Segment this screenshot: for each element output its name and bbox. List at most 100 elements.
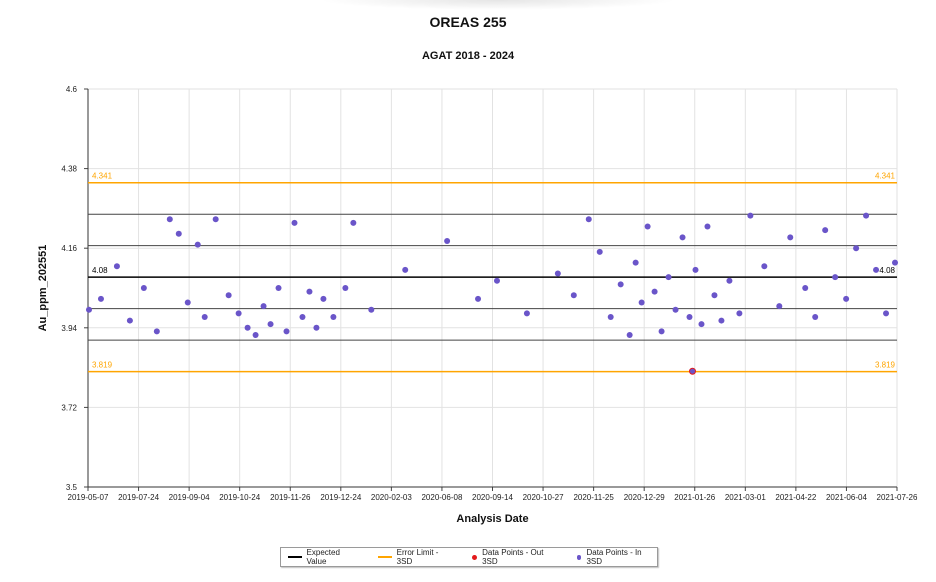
data-point-in-3sd	[632, 259, 639, 266]
data-point-in-3sd	[444, 237, 451, 244]
data-point-in-3sd	[822, 227, 829, 234]
data-point-in-3sd	[402, 266, 409, 273]
data-point-in-3sd	[787, 234, 794, 241]
data-point-in-3sd	[523, 310, 530, 317]
data-point-in-3sd	[194, 241, 201, 248]
data-point-in-3sd	[140, 285, 147, 291]
data-point-in-3sd	[475, 295, 482, 302]
x-tick-label: 2020-12-29	[624, 493, 665, 502]
data-point-in-3sd	[175, 230, 182, 237]
error-limit-lower-label-right: 3.819	[875, 361, 896, 370]
x-tick-label: 2020-10-27	[523, 493, 564, 502]
legend-item-out-3sd: Data Points - Out 3SD	[472, 548, 558, 566]
data-point-out-3sd	[689, 367, 697, 375]
data-point-in-3sd	[747, 212, 754, 219]
data-point-in-3sd	[299, 313, 306, 320]
data-point-in-3sd	[832, 274, 839, 281]
data-point-in-3sd	[570, 292, 577, 299]
data-point-in-3sd	[126, 317, 133, 324]
chart-legend: Expected Value Error Limit - 3SD Data Po…	[280, 547, 658, 567]
data-point-in-3sd	[596, 248, 603, 255]
data-point-in-3sd	[726, 277, 733, 284]
x-tick-label: 2020-06-08	[421, 493, 462, 502]
legend-label-expected: Expected Value	[306, 548, 340, 566]
data-point-in-3sd	[644, 223, 651, 230]
data-point-in-3sd	[812, 313, 819, 320]
data-point-in-3sd	[306, 288, 313, 295]
data-point-in-3sd	[283, 328, 290, 335]
legend-item-expected: Expected Value	[288, 548, 360, 566]
data-point-in-3sd	[638, 299, 645, 306]
data-point-in-3sd	[260, 303, 267, 310]
data-point-in-3sd	[853, 245, 860, 252]
y-tick-label: 3.5	[66, 483, 78, 492]
data-point-in-3sd	[704, 223, 711, 230]
data-point-in-3sd	[252, 332, 259, 339]
data-point-in-3sd	[802, 285, 809, 291]
legend-swatch-in-3sd	[576, 554, 582, 560]
data-point-in-3sd	[212, 216, 219, 223]
data-point-in-3sd	[291, 219, 298, 226]
data-point-in-3sd	[330, 313, 337, 320]
data-point-in-3sd	[617, 281, 624, 288]
data-point-in-3sd	[166, 216, 173, 223]
legend-label-in-3sd: Data Points - In 3SD	[586, 548, 642, 566]
data-point-in-3sd	[651, 288, 658, 295]
legend-item-error-limit: Error Limit - 3SD	[378, 548, 454, 566]
data-point-in-3sd	[585, 216, 592, 223]
data-point-in-3sd	[85, 306, 92, 313]
data-point-in-3sd	[843, 295, 850, 302]
error-limit-lower-label-left: 3.819	[92, 361, 113, 370]
x-tick-label: 2021-03-01	[725, 493, 766, 502]
x-tick-label: 2020-11-25	[573, 493, 614, 502]
legend-swatch-error-limit	[378, 556, 392, 558]
data-point-in-3sd	[554, 270, 561, 277]
data-point-in-3sd	[686, 313, 693, 320]
x-tick-label: 2021-07-26	[877, 493, 918, 502]
y-tick-label: 4.6	[66, 85, 78, 94]
x-tick-label: 2021-06-04	[826, 493, 867, 502]
data-point-in-3sd	[368, 306, 375, 313]
x-tick-label: 2019-11-26	[270, 493, 311, 502]
x-tick-label: 2020-09-14	[472, 493, 513, 502]
x-tick-label: 2019-12-24	[320, 493, 361, 502]
data-point-in-3sd	[235, 310, 242, 317]
data-point-in-3sd	[113, 263, 120, 270]
error-limit-upper-label-right: 4.341	[875, 172, 896, 181]
x-tick-label: 2019-09-04	[169, 493, 210, 502]
legend-label-error-limit: Error Limit - 3SD	[396, 548, 439, 566]
y-tick-label: 4.16	[61, 244, 77, 253]
y-tick-label: 3.94	[61, 324, 77, 333]
x-tick-label: 2019-10-24	[219, 493, 260, 502]
data-point-in-3sd	[607, 313, 614, 320]
x-tick-label: 2020-02-03	[371, 493, 412, 502]
x-tick-label: 2021-01-26	[674, 493, 715, 502]
data-point-in-3sd	[153, 328, 160, 335]
legend-swatch-expected	[288, 556, 302, 558]
data-point-in-3sd	[225, 292, 232, 299]
y-tick-label: 4.38	[61, 165, 77, 174]
data-point-in-3sd	[658, 328, 665, 335]
error-limit-upper-label-left: 4.341	[92, 172, 113, 181]
data-point-in-3sd	[736, 310, 743, 317]
data-point-in-3sd	[718, 317, 725, 324]
data-point-in-3sd	[275, 285, 282, 291]
data-point-in-3sd	[342, 285, 349, 291]
data-point-in-3sd	[313, 324, 320, 331]
expected-value-label-left: 4.08	[92, 266, 108, 275]
x-axis-title: Analysis Date	[456, 513, 528, 525]
data-point-in-3sd	[672, 306, 679, 313]
data-point-in-3sd	[679, 234, 686, 241]
data-point-in-3sd	[698, 321, 705, 328]
data-point-in-3sd	[692, 266, 699, 273]
x-tick-label: 2021-04-22	[775, 493, 816, 502]
data-point-in-3sd	[267, 321, 274, 328]
data-point-in-3sd	[493, 277, 500, 284]
data-point-in-3sd	[863, 212, 870, 219]
legend-item-in-3sd: Data Points - In 3SD	[576, 548, 657, 566]
scatter-chart: 2019-05-07 2019-07-24 2019-09-04 2019-10-24…	[37, 85, 918, 525]
data-point-in-3sd	[320, 295, 327, 302]
data-point-in-3sd	[626, 332, 633, 339]
data-point-in-3sd	[244, 324, 251, 331]
expected-value-label-right: 4.08	[879, 266, 895, 275]
